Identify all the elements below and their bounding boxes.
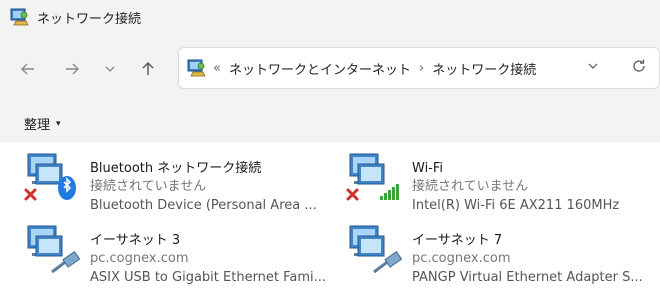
- address-dropdown-button[interactable]: [587, 60, 599, 76]
- connections-list: Bluetooth ネットワーク接続 接続されていません Bluetooth D…: [0, 142, 660, 308]
- network-connections-icon: [10, 8, 29, 26]
- arrow-left-icon: [21, 63, 34, 75]
- disconnected-x-icon: [24, 188, 37, 201]
- connection-name: Bluetooth ネットワーク接続: [90, 161, 262, 176]
- connection-wifi[interactable]: Wi-Fi 接続されていません Intel(R) Wi-Fi 6E AX211 …: [344, 150, 660, 216]
- ethernet-adapter-icon: [27, 225, 80, 274]
- connection-device: ASIX USB to Gigabit Ethernet Fami...: [90, 270, 327, 285]
- network-connections-icon: [187, 59, 206, 77]
- connection-name: イーサネット 3: [90, 233, 181, 248]
- window-title: ネットワーク接続: [37, 11, 142, 27]
- arrow-right-icon: [66, 63, 79, 75]
- arrow-up-icon: [142, 62, 154, 75]
- connection-device: Intel(R) Wi-Fi 6E AX211 160MHz: [412, 198, 620, 213]
- caret-down-icon: ▾: [56, 118, 61, 129]
- breadcrumb-network-connections[interactable]: ネットワーク接続: [432, 59, 536, 78]
- connection-status: pc.cognex.com: [412, 251, 511, 266]
- refresh-icon: [633, 59, 645, 72]
- connection-status: pc.cognex.com: [90, 251, 189, 266]
- connection-status: 接続されていません: [412, 179, 529, 194]
- forward-button[interactable]: [60, 57, 84, 81]
- address-bar[interactable]: « ネットワークとインターネット › ネットワーク接続: [178, 47, 660, 89]
- recent-locations-button[interactable]: [98, 57, 122, 81]
- connection-bluetooth[interactable]: Bluetooth ネットワーク接続 接続されていません Bluetooth D…: [22, 150, 342, 216]
- connection-status: 接続されていません: [90, 179, 207, 194]
- breadcrumb-overflow[interactable]: «: [213, 61, 221, 76]
- connection-ethernet-7[interactable]: イーサネット 7 pc.cognex.com PANGP Virtual Eth…: [344, 222, 660, 288]
- connection-name: Wi-Fi: [412, 161, 444, 176]
- ethernet-adapter-icon: [349, 225, 402, 274]
- connection-ethernet-3[interactable]: イーサネット 3 pc.cognex.com ASIX USB to Gigab…: [22, 222, 342, 288]
- connection-name: イーサネット 7: [412, 233, 503, 248]
- back-button[interactable]: [16, 57, 40, 81]
- signal-bars-icon: [380, 184, 399, 200]
- connection-device: Bluetooth Device (Personal Area ...: [90, 198, 317, 213]
- refresh-button[interactable]: [631, 58, 647, 78]
- organize-label: 整理: [24, 118, 51, 133]
- breadcrumb-network-internet[interactable]: ネットワークとインターネット: [229, 59, 411, 78]
- title-bar: ネットワーク接続: [0, 0, 660, 34]
- chevron-down-icon: [588, 63, 598, 69]
- command-bar: 整理 ▾: [0, 102, 660, 142]
- up-button[interactable]: [136, 57, 160, 81]
- connection-device: PANGP Virtual Ethernet Adapter S...: [412, 270, 643, 285]
- bluetooth-adapter-icon: [24, 153, 76, 201]
- chevron-down-icon: [105, 66, 115, 72]
- breadcrumb-separator[interactable]: ›: [419, 61, 424, 76]
- disconnected-x-icon: [346, 188, 359, 201]
- navigation-bar: « ネットワークとインターネット › ネットワーク接続: [0, 34, 660, 102]
- organize-menu-button[interactable]: 整理 ▾: [24, 114, 61, 133]
- wifi-adapter-icon: [346, 153, 399, 201]
